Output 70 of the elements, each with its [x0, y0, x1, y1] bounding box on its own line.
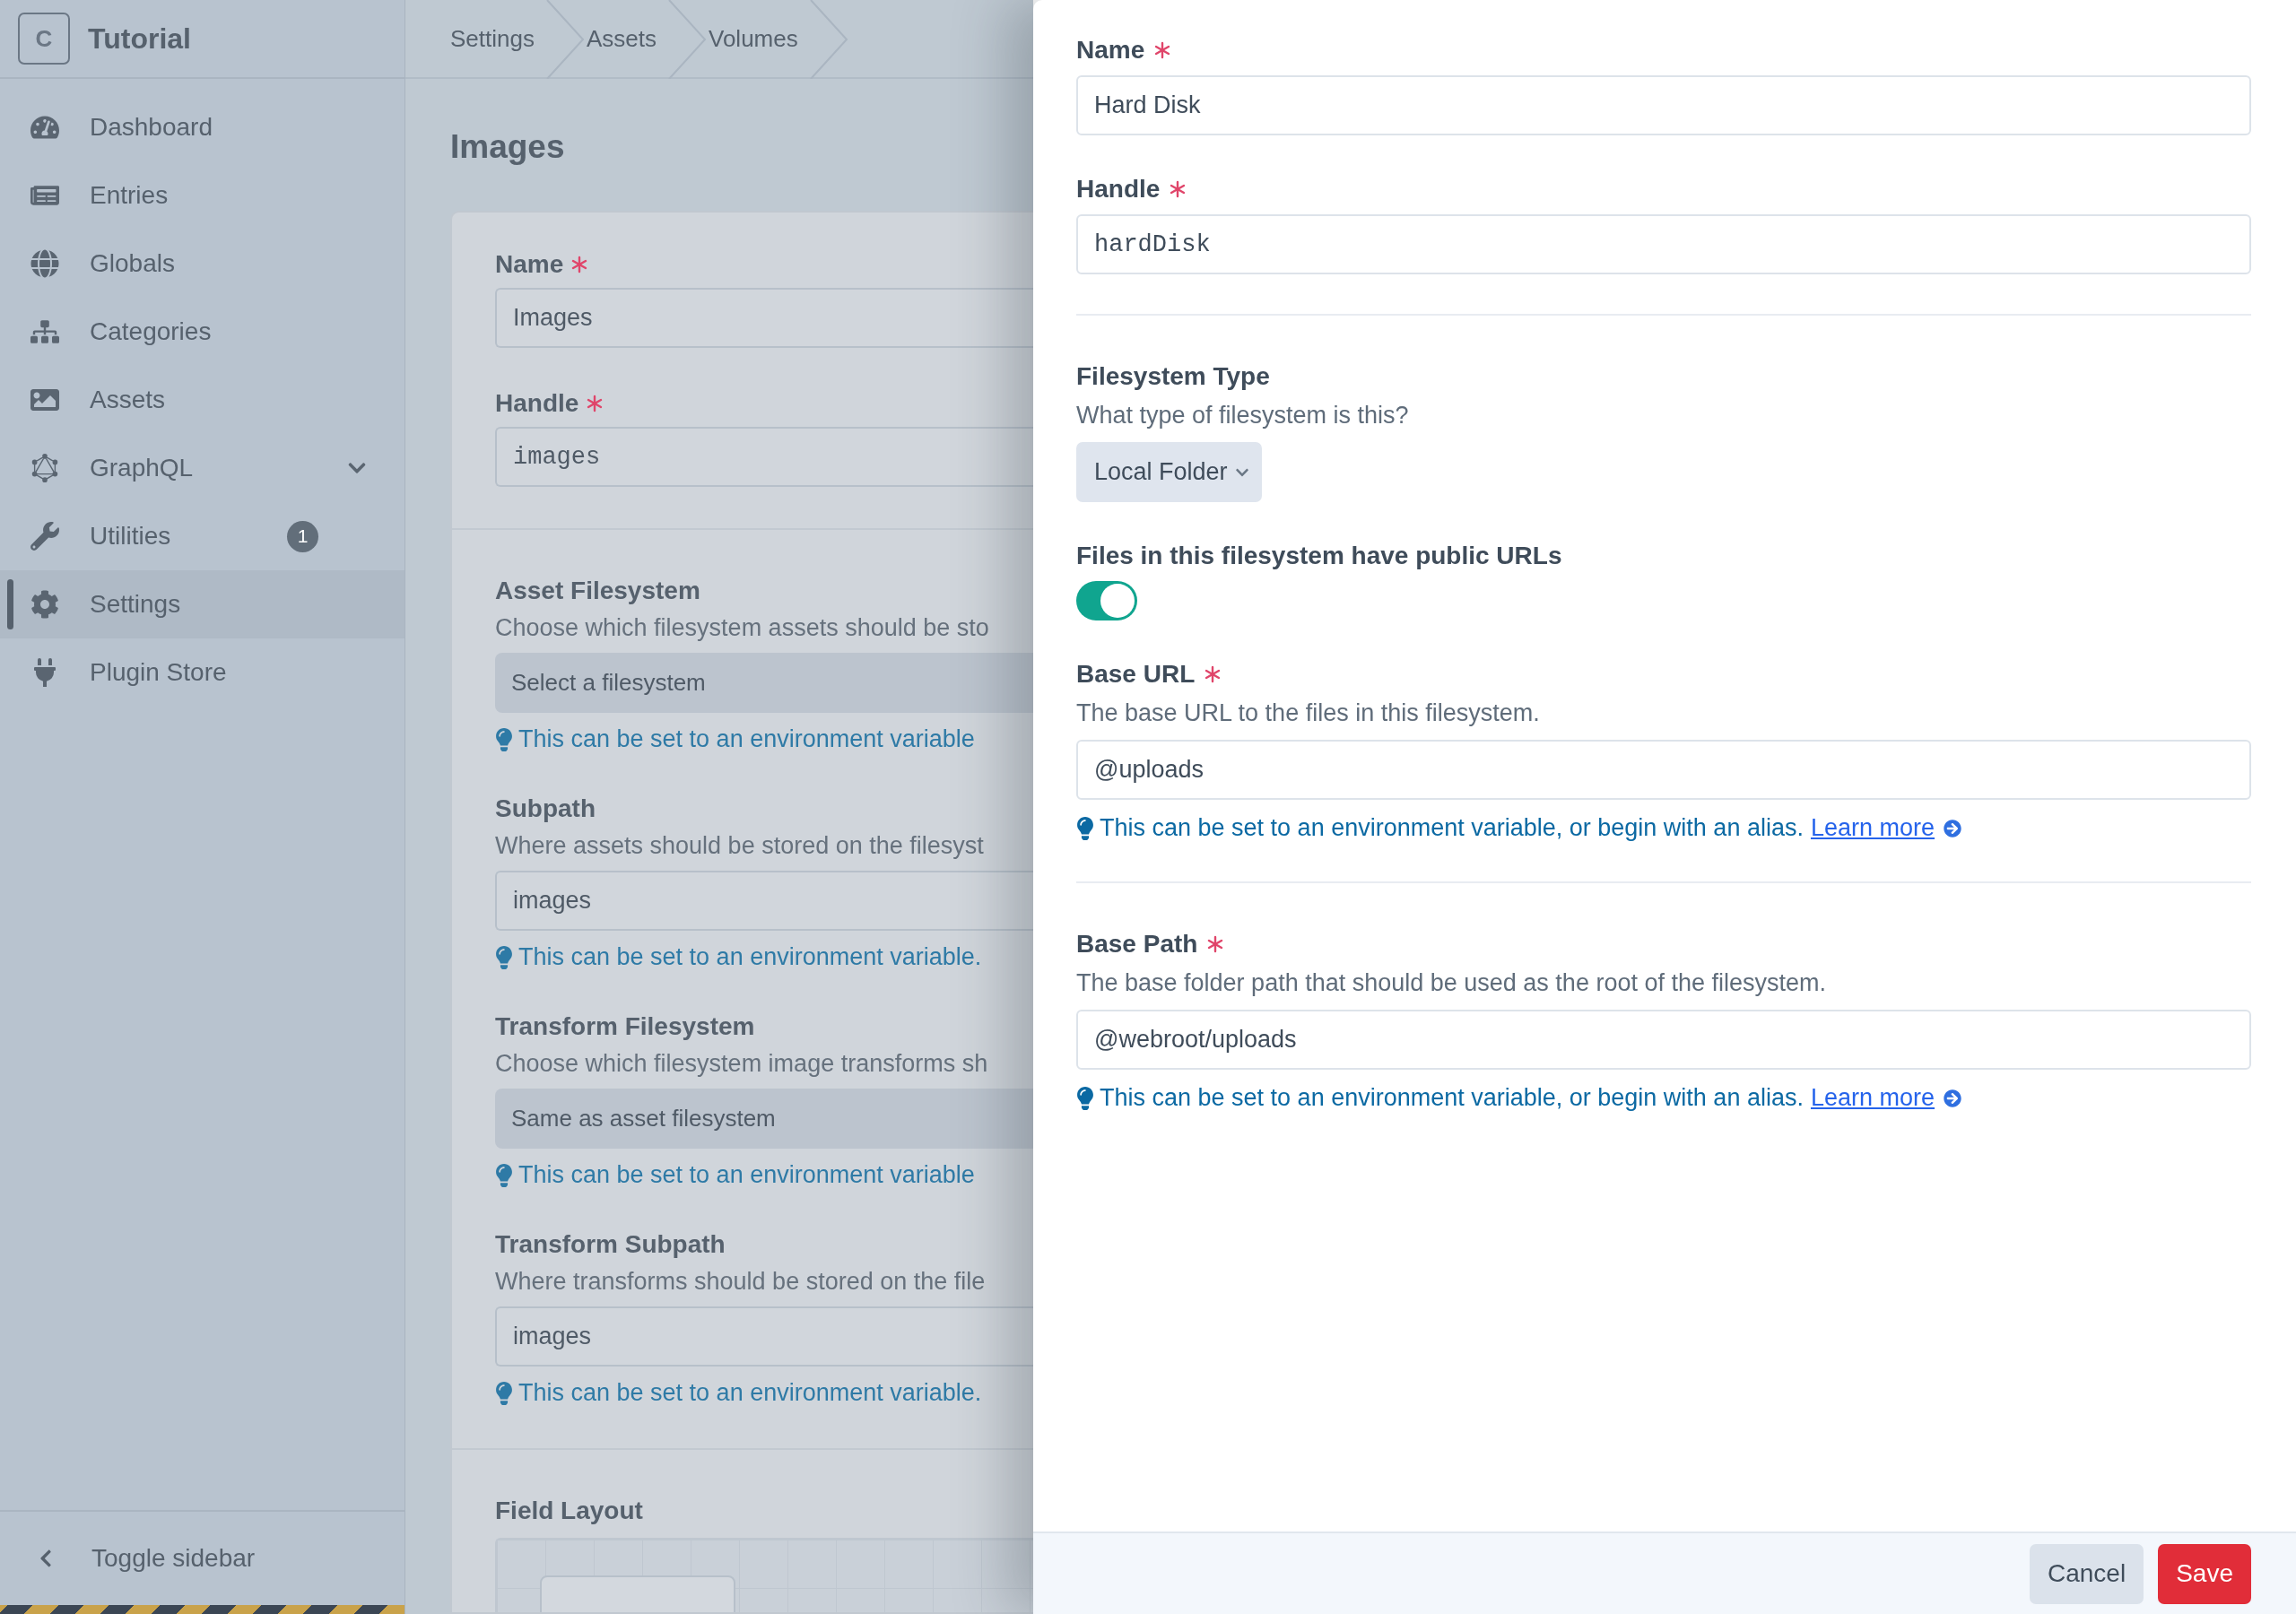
site-logo[interactable]: C — [18, 13, 70, 65]
select-field[interactable]: Select a filesystem — [495, 653, 1033, 713]
field-description: Choose which filesystem image transforms sh — [495, 1050, 989, 1078]
text-field[interactable]: Hard Disk — [1076, 75, 2251, 135]
sidebar-item[interactable]: GraphQL — [0, 434, 404, 502]
lightbulb-icon — [495, 1163, 513, 1187]
text-field[interactable]: Images — [495, 288, 1033, 348]
field-description: The base URL to the files in this filesystem. — [1076, 699, 1541, 727]
hint-text: This can be set to an environment variable. — [518, 1379, 982, 1407]
text-field[interactable]: @uploads — [1076, 740, 2251, 800]
sidebar-item[interactable]: Entries — [0, 161, 404, 230]
sidebar-item[interactable]: Categories — [0, 298, 404, 366]
field-description: What type of filesystem is this? — [1076, 402, 1410, 430]
save-button[interactable]: Save — [2158, 1543, 2251, 1604]
hint-text: This can be set to an environment variable — [518, 725, 975, 753]
selection-indicator — [7, 579, 13, 629]
lightbulb-icon — [495, 727, 513, 751]
text-field[interactable]: images — [495, 1306, 1033, 1367]
sidebar-item[interactable]: Plugin Store — [0, 638, 404, 707]
hexagon-triangle-icon — [30, 454, 59, 482]
field-label: Subpath — [495, 794, 596, 823]
hint-text: This can be set to an environment variable — [518, 1161, 975, 1189]
field-label: Name — [1076, 36, 1145, 65]
field-description: Where assets should be stored on the filesyst — [495, 832, 985, 860]
field-label: Transform Filesystem — [495, 1012, 755, 1041]
hint-text: This can be set to an environment variable, or begin with an alias. Learn more — [1100, 1084, 1935, 1112]
field-label: Base URL — [1076, 660, 1196, 689]
page-title: Images — [449, 127, 566, 167]
breadcrumb-link[interactable]: Assets — [586, 0, 665, 77]
field-label: Filesystem Type — [1076, 362, 1270, 391]
lightbulb-icon — [495, 1381, 513, 1405]
text-field[interactable]: hardDisk — [1076, 214, 2251, 274]
sitemap-icon — [30, 317, 59, 346]
text-field[interactable]: @webroot/uploads — [1076, 1010, 2251, 1070]
field-description: The base folder path that should be used as the root of the filesystem. — [1076, 969, 1827, 997]
breadcrumb-link[interactable]: Settings — [450, 0, 544, 77]
wrench-icon — [30, 522, 59, 551]
hint-text: This can be set to an environment variable. — [518, 943, 982, 971]
lightbulb-icon — [495, 945, 513, 969]
sidebar-item[interactable]: Dashboard — [0, 93, 404, 161]
field-label: Base Path — [1076, 930, 1198, 959]
toggle-switch[interactable] — [1076, 581, 1137, 620]
cancel-button[interactable]: Cancel — [2030, 1543, 2144, 1604]
field-label: Asset Filesystem — [495, 577, 700, 605]
field-label: Handle — [1076, 175, 1161, 204]
field-label: Name — [495, 250, 564, 279]
sidebar-item[interactable]: Assets — [0, 366, 404, 434]
hint-text: This can be set to an environment variable, or begin with an alias. Learn more — [1100, 814, 1935, 842]
field-description: Choose which filesystem assets should be sto — [495, 614, 990, 642]
count-badge: 1 — [287, 520, 318, 552]
field-label: Transform Subpath — [495, 1230, 726, 1259]
field-label: Handle — [495, 389, 579, 418]
globe-icon — [30, 249, 59, 278]
section-title: Field Layout — [494, 1497, 644, 1525]
select-field[interactable]: Same as asset filesystem — [495, 1089, 1033, 1149]
lightbulb-icon — [1076, 1086, 1094, 1110]
settings-icon — [30, 590, 59, 619]
field-label: Files in this filesystem have public URLs — [1076, 542, 1562, 570]
learn-more-link[interactable]: Learn more — [1810, 814, 1935, 841]
sidebar-item[interactable]: Utilities 1 — [0, 502, 404, 570]
text-field[interactable]: images — [495, 427, 1033, 487]
sidebar-item[interactable]: Globals — [0, 230, 404, 298]
breadcrumb-link[interactable]: Volumes — [709, 0, 807, 77]
site-name[interactable]: Tutorial — [88, 22, 191, 56]
sidebar-item[interactable]: Settings — [0, 570, 404, 638]
lightbulb-icon — [1076, 816, 1094, 840]
field-description: Where transforms should be stored on the file — [495, 1268, 987, 1296]
select-dropdown[interactable]: Local Folder — [1076, 442, 1262, 502]
learn-more-link[interactable]: Learn more — [1810, 1084, 1935, 1111]
text-field[interactable]: images — [495, 871, 1033, 931]
